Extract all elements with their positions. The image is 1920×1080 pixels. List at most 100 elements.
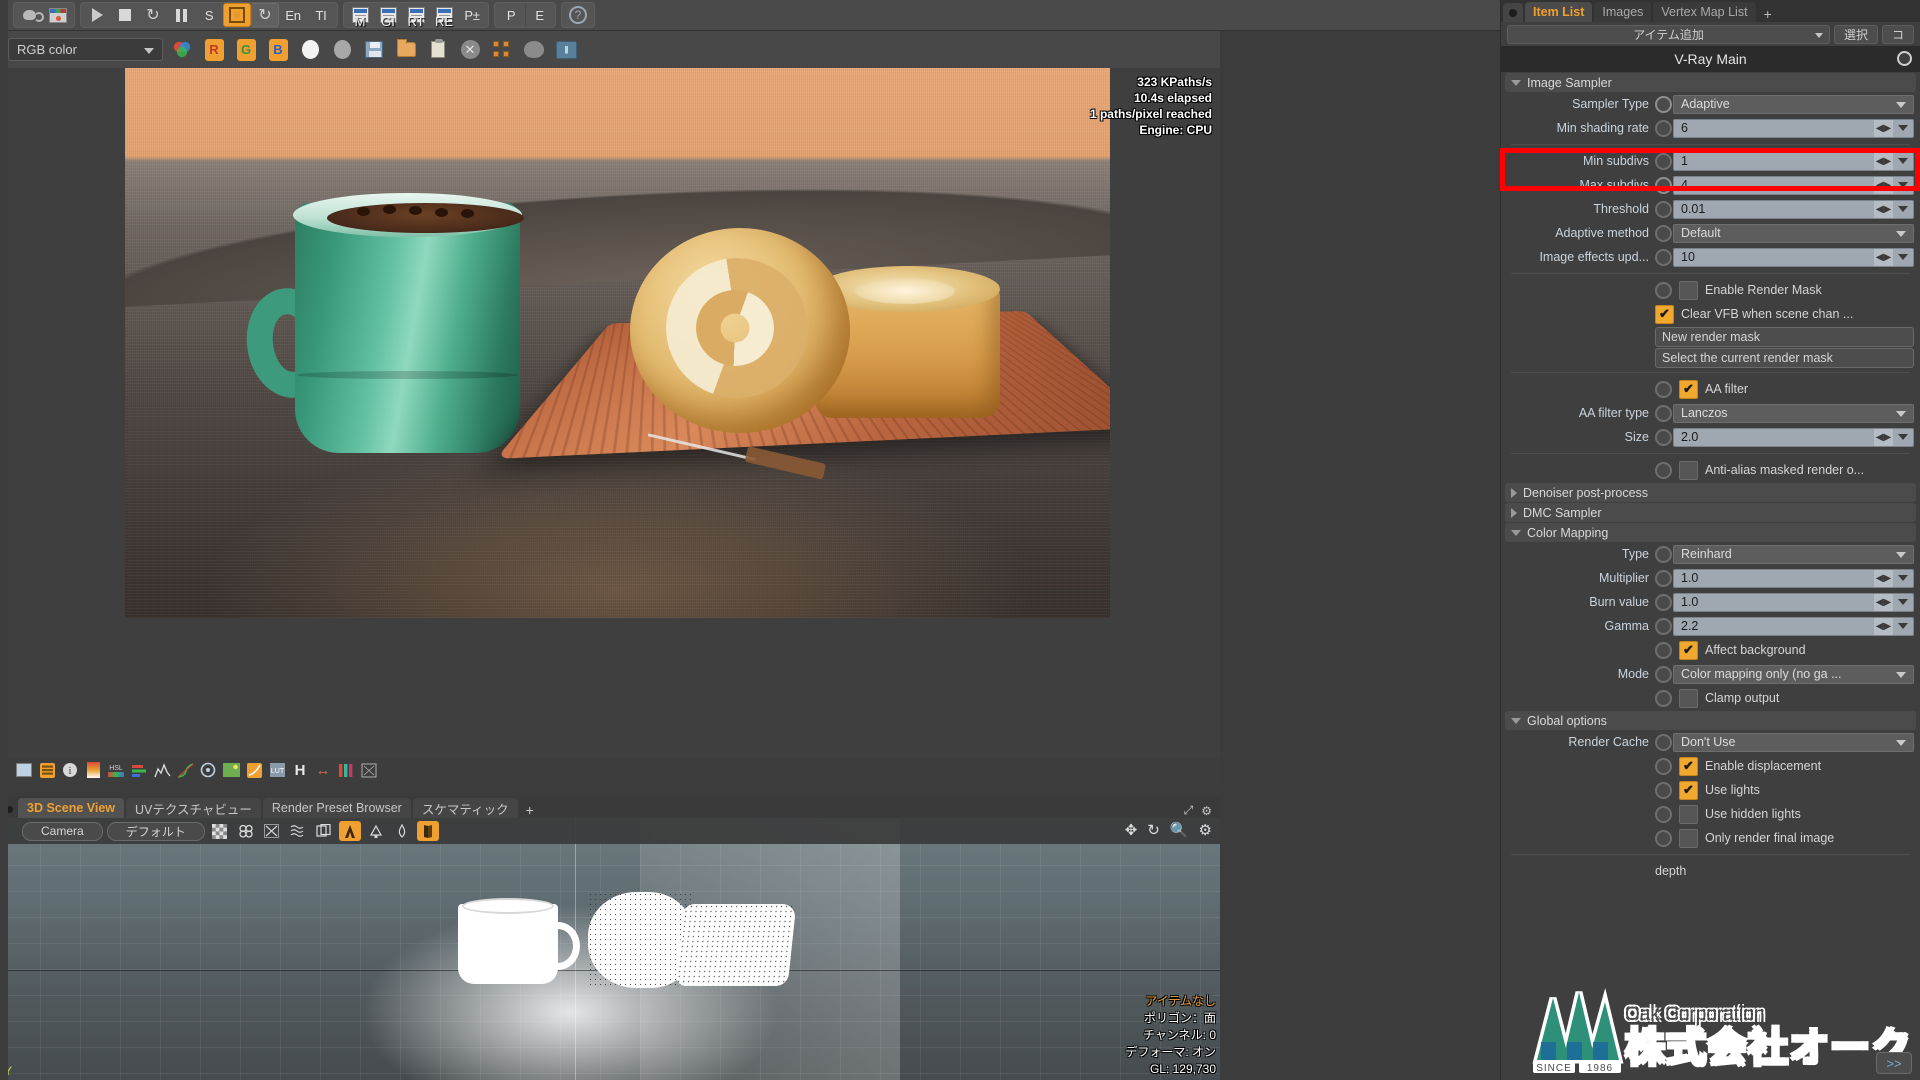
dots-icon[interactable]	[235, 821, 257, 841]
add-view-tab-button[interactable]: +	[520, 802, 540, 818]
clipboard-icon[interactable]	[425, 38, 451, 62]
checkbox-clamp-output[interactable]	[1679, 688, 1698, 708]
chevron-down-icon[interactable]	[1894, 593, 1912, 611]
button-select-current-render-mask[interactable]: Select the current render mask	[1655, 348, 1914, 368]
input-aa-filter-size[interactable]: 2.0 ◀▶	[1673, 427, 1914, 447]
input-threshold[interactable]: 0.01 ◀▶	[1673, 199, 1914, 219]
anim-knob-aa-filter-type[interactable]	[1655, 404, 1672, 422]
white-balance-icon[interactable]	[297, 38, 323, 62]
shading-mode-selector[interactable]: デフォルト	[106, 821, 205, 841]
compare-icon[interactable]: ↔	[313, 761, 333, 780]
add-item-combo[interactable]: アイテム追加	[1507, 24, 1830, 44]
anim-knob-sampler-type[interactable]	[1655, 95, 1672, 113]
chevron-down-icon[interactable]	[1894, 152, 1912, 170]
blue-channel-button[interactable]: B	[265, 38, 291, 62]
preset-m-button[interactable]: M	[346, 3, 374, 29]
render-view[interactable]: 323 KPaths/s 10.4s elapsed 1 paths/pixel…	[0, 68, 1220, 758]
anim-knob-min-shading-rate[interactable]	[1655, 119, 1672, 137]
tab-uv-texture-view[interactable]: UVテクスチャビュー	[126, 798, 261, 818]
gray-balance-icon[interactable]	[329, 38, 355, 62]
checkbox-only-render-final-image[interactable]	[1679, 828, 1698, 848]
open-folder-icon[interactable]	[393, 38, 419, 62]
play-icon[interactable]	[83, 3, 111, 27]
horizontal-icon[interactable]: H	[290, 761, 310, 780]
move-icon[interactable]: ✥	[1125, 821, 1138, 839]
viewport-cake-slice-object[interactable]	[675, 904, 797, 986]
anim-knob-burn-value[interactable]	[1655, 593, 1672, 611]
select-mode[interactable]: Color mapping only (no ga ...	[1673, 664, 1914, 684]
anim-knob-aa-filter-size[interactable]	[1655, 428, 1672, 446]
button-new-render-mask[interactable]: New render mask	[1655, 327, 1914, 347]
view-settings-gear-icon[interactable]: ⚙	[1201, 804, 1212, 818]
spinner-icon[interactable]: ◀▶	[1874, 248, 1893, 266]
spinner-icon[interactable]: ◀▶	[1874, 428, 1893, 446]
sampler-s-button[interactable]: S	[195, 3, 223, 27]
collapse-panel-button[interactable]: >>	[1876, 1052, 1912, 1074]
curve-icon[interactable]	[175, 761, 195, 780]
spinner-icon[interactable]: ◀▶	[1874, 119, 1893, 137]
pixel-grid-icon[interactable]	[489, 38, 515, 62]
green-channel-button[interactable]: G	[233, 38, 259, 62]
blob-icon[interactable]	[521, 38, 547, 62]
chevron-down-icon[interactable]	[1894, 428, 1912, 446]
anim-knob-multiplier[interactable]	[1655, 569, 1672, 587]
chevron-down-icon[interactable]	[1894, 569, 1912, 587]
camera-selector[interactable]: Camera	[22, 821, 103, 841]
anim-knob-mode[interactable]	[1655, 665, 1672, 683]
histogram-icon[interactable]	[152, 761, 172, 780]
checker-icon[interactable]	[209, 821, 231, 841]
stop-icon[interactable]	[111, 3, 139, 27]
anim-knob-only-render-final-image[interactable]	[1655, 829, 1672, 847]
input-gamma[interactable]: 2.2 ◀▶	[1673, 616, 1914, 636]
tab-schematic[interactable]: スケマティック	[412, 798, 518, 818]
spinner-icon[interactable]: ◀▶	[1874, 152, 1893, 170]
teapot-icon[interactable]	[16, 3, 44, 27]
select-adaptive-method[interactable]: Default	[1673, 223, 1914, 243]
tab-vertex-map-list[interactable]: Vertex Map List	[1653, 2, 1756, 22]
select-aa-filter-type[interactable]: Lanczos	[1673, 403, 1914, 423]
gradient-icon[interactable]	[83, 761, 103, 780]
save-icon[interactable]	[361, 38, 387, 62]
spinner-icon[interactable]: ◀▶	[1874, 176, 1893, 194]
info-icon[interactable]: i	[60, 761, 80, 780]
anim-knob-aa-filter[interactable]	[1655, 380, 1672, 398]
spinner-icon[interactable]: ◀▶	[1874, 200, 1893, 218]
hsl-icon[interactable]: HSL	[106, 761, 126, 780]
anim-knob-enable-render-mask[interactable]	[1655, 281, 1672, 299]
clear-icon[interactable]: ✕	[457, 38, 483, 62]
copy-button[interactable]: コ	[1881, 24, 1914, 44]
anim-knob-use-lights[interactable]	[1655, 781, 1672, 799]
chevron-down-icon[interactable]	[1894, 200, 1912, 218]
checkbox-enable-displacement[interactable]: ✔	[1679, 756, 1698, 776]
expand-view-icon[interactable]: ⤢	[1184, 803, 1194, 818]
pages-icon[interactable]	[416, 821, 439, 841]
layers-icon[interactable]	[37, 761, 57, 780]
chevron-down-icon[interactable]	[1894, 248, 1912, 266]
anim-knob-max-subdivs[interactable]	[1655, 176, 1672, 194]
tab-item-list[interactable]: Item List	[1525, 2, 1593, 22]
pause-icon[interactable]	[167, 3, 195, 27]
add-panel-tab-button[interactable]: +	[1758, 6, 1778, 22]
spinner-icon[interactable]: ◀▶	[1874, 593, 1893, 611]
lut-mini-icon[interactable]	[244, 761, 264, 780]
box-icon[interactable]	[313, 821, 335, 841]
anim-knob-adaptive-method[interactable]	[1655, 224, 1672, 242]
checkbox-aa-filter[interactable]: ✔	[1679, 379, 1698, 399]
preset-rt-button[interactable]: RT	[402, 3, 430, 29]
background-icon[interactable]	[221, 761, 241, 780]
viewport-mug-object[interactable]	[458, 904, 580, 984]
checkbox-use-lights[interactable]: ✔	[1679, 780, 1698, 800]
help-icon[interactable]: ?	[564, 3, 592, 27]
person-icon[interactable]	[338, 821, 361, 841]
engine-ti-button[interactable]: TI	[307, 3, 335, 27]
lamp-icon[interactable]	[365, 821, 387, 841]
anim-knob-affect-background[interactable]	[1655, 641, 1672, 659]
channel-select[interactable]: RGB color	[8, 38, 163, 61]
anim-knob-anti-alias-masked[interactable]	[1655, 461, 1672, 479]
anim-knob-color-mapping-type[interactable]	[1655, 545, 1672, 563]
refresh-box-icon[interactable]: ↻	[251, 3, 279, 27]
anim-knob-threshold[interactable]	[1655, 200, 1672, 218]
button-p[interactable]: P	[497, 3, 525, 27]
region-render-icon[interactable]	[223, 3, 251, 27]
input-min-subdivs[interactable]: 1 ◀▶	[1673, 151, 1914, 171]
